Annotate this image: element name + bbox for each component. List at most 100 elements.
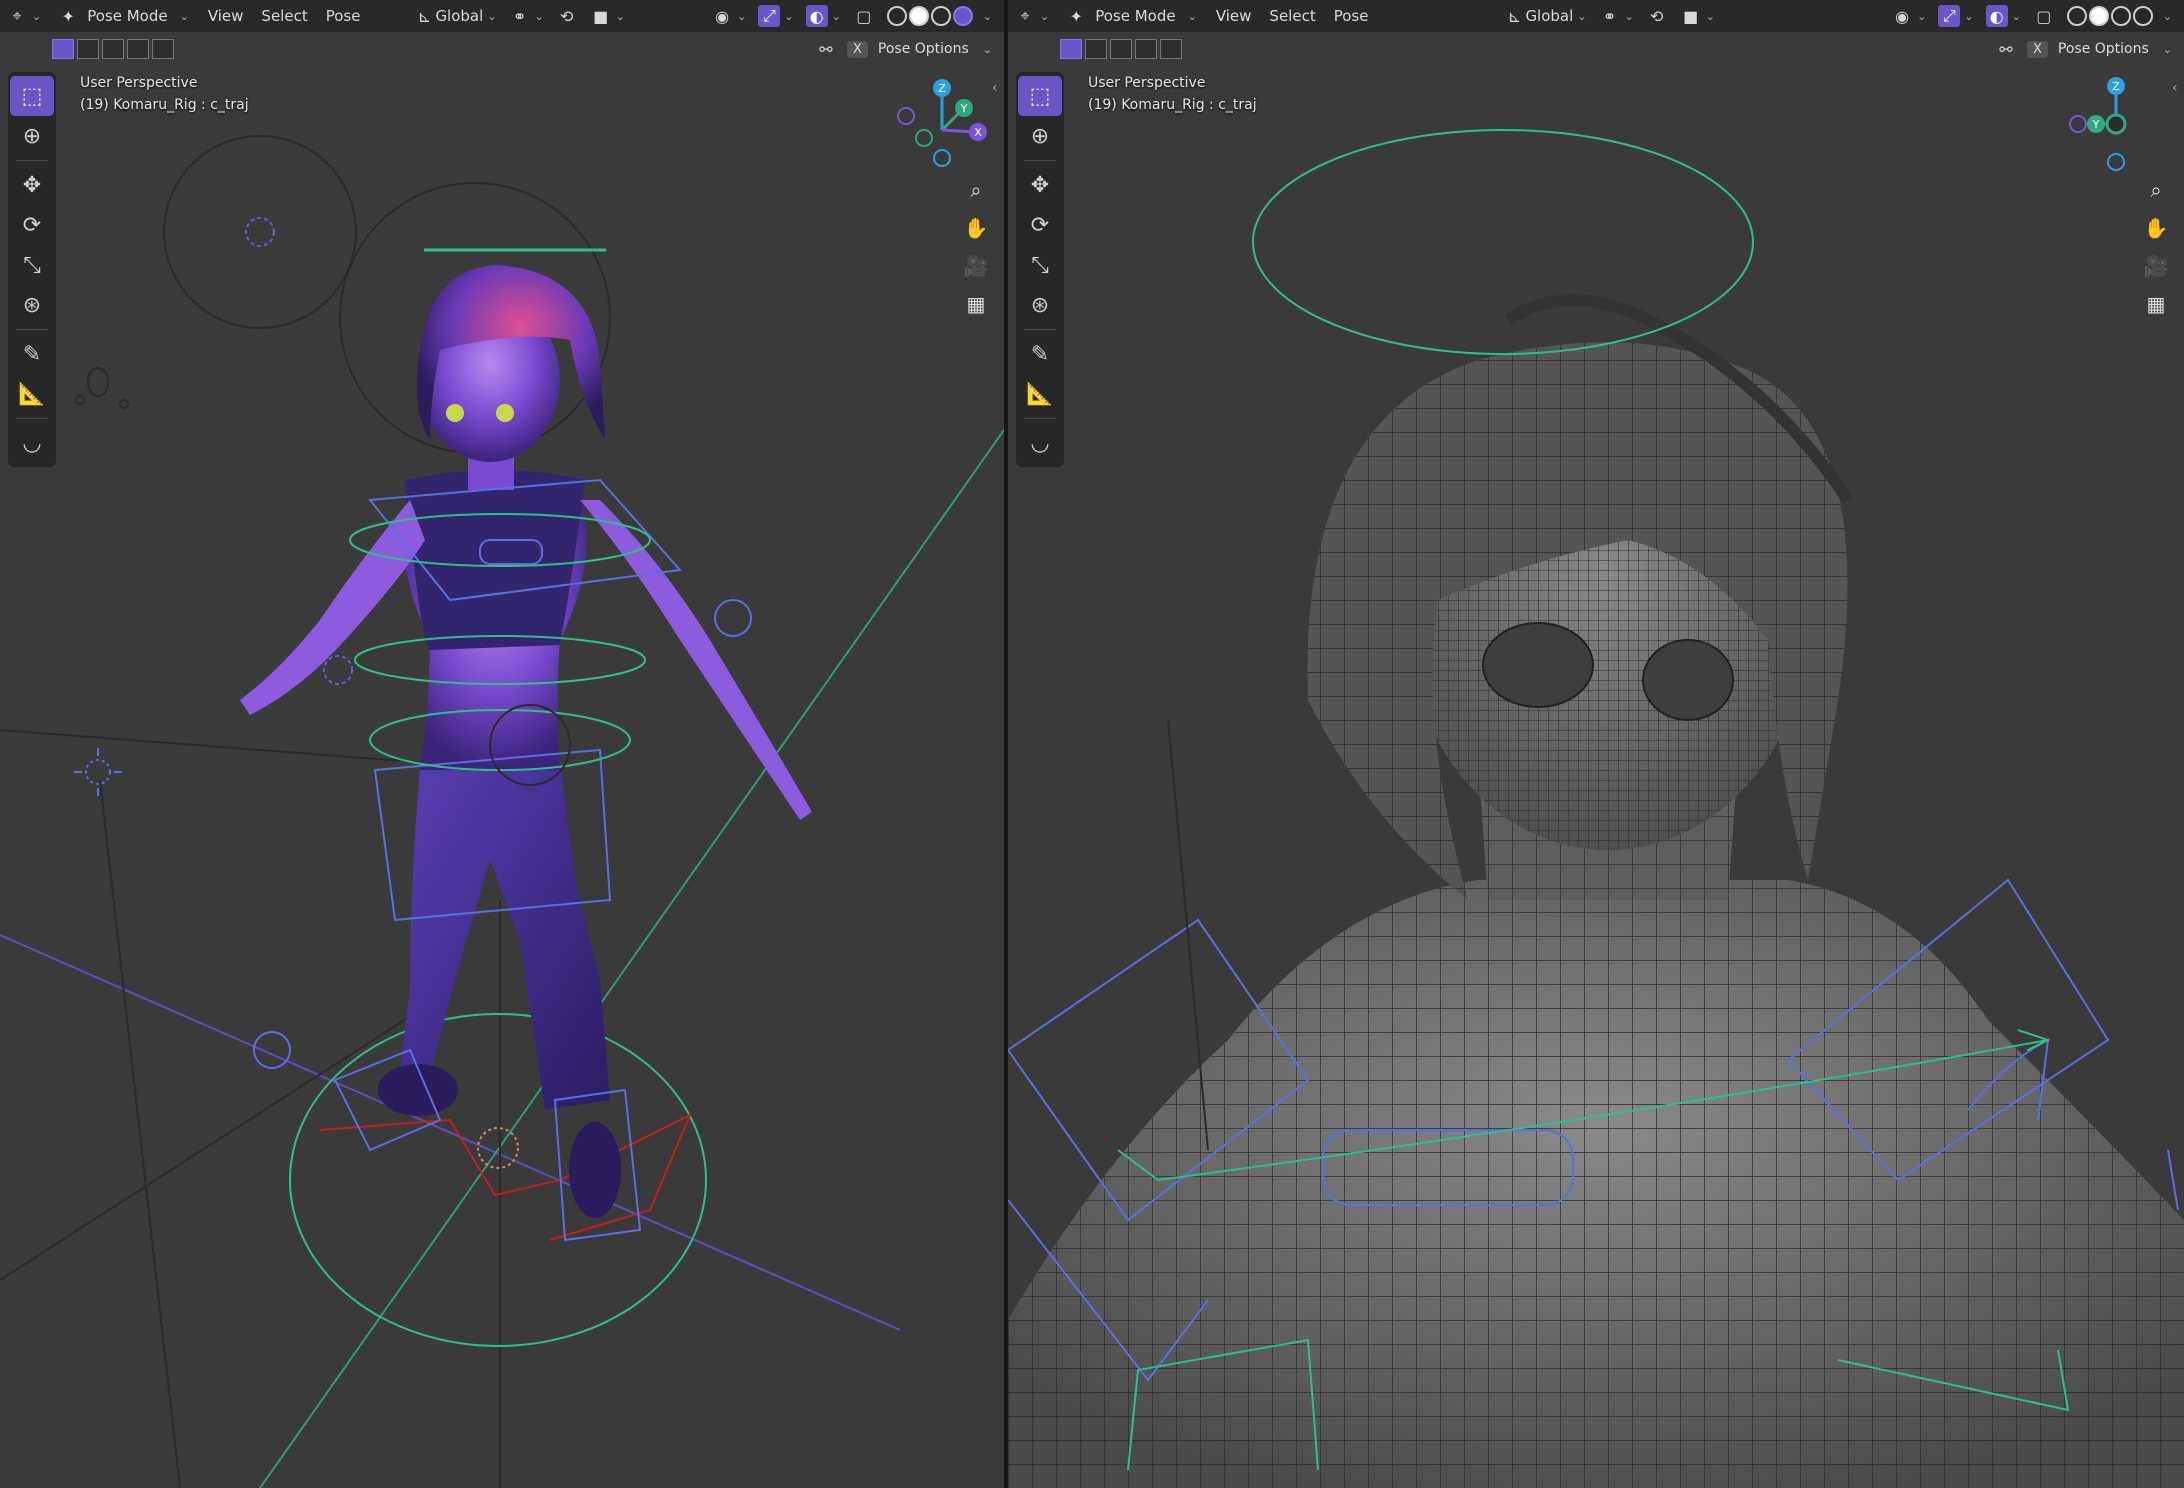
- menu-pose[interactable]: Pose: [1325, 0, 1378, 32]
- collapse-arrow-icon[interactable]: ‹: [2172, 80, 2178, 96]
- chevron-down-icon: ⌄: [179, 9, 189, 23]
- select-box-tool[interactable]: ⬚: [1018, 76, 1062, 116]
- move-tool[interactable]: ✥: [10, 165, 54, 205]
- camera-icon[interactable]: 🎥: [2140, 252, 2172, 280]
- pose-options-dropdown[interactable]: Pose Options: [878, 41, 969, 57]
- select-extend-button[interactable]: [1085, 39, 1107, 59]
- shading-wireframe-button[interactable]: [886, 6, 907, 26]
- chevron-down-icon: ⌄: [487, 9, 497, 23]
- mode-selector[interactable]: ✦ Pose Mode ⌄: [1055, 0, 1207, 32]
- select-box-tool[interactable]: ⬚: [10, 76, 54, 116]
- proportional-edit-button[interactable]: ⟲: [550, 0, 584, 32]
- menu-pose[interactable]: Pose: [317, 0, 370, 32]
- pivot-selector[interactable]: ⚭ ⌄: [503, 0, 550, 32]
- shading-options[interactable]: ⌄: [2153, 0, 2178, 32]
- view-name: User Perspective: [1088, 75, 1206, 91]
- mirror-icon[interactable]: ⚯: [815, 38, 837, 60]
- menu-select[interactable]: Select: [1260, 0, 1324, 32]
- shading-solid-button[interactable]: [908, 6, 929, 26]
- gizmo-icon: ⤢: [1938, 5, 1961, 27]
- shading-wireframe-button[interactable]: [2066, 6, 2087, 26]
- select-invert-button[interactable]: [1135, 39, 1157, 59]
- navigation-gizmo-left[interactable]: Z Y X: [890, 74, 990, 174]
- object-info: (19) Komaru_Rig : c_traj: [80, 97, 249, 113]
- rotate-tool[interactable]: ⟳: [10, 205, 54, 245]
- orientation-selector[interactable]: ⊾ Global ⌄: [407, 0, 502, 32]
- move-tool[interactable]: ✥: [1018, 165, 1062, 205]
- pan-hand-icon[interactable]: ✋: [960, 214, 992, 242]
- editor-type-icon[interactable]: ⌖ ⌄: [0, 0, 47, 32]
- rotate-tool[interactable]: ⟳: [1018, 205, 1062, 245]
- bend-tool[interactable]: ◡: [1018, 423, 1062, 463]
- pivot-selector[interactable]: ⚭ ⌄: [1593, 0, 1640, 32]
- select-new-button[interactable]: [1060, 39, 1082, 59]
- pan-hand-icon[interactable]: ✋: [2140, 214, 2172, 242]
- select-intersect-button[interactable]: [152, 39, 174, 59]
- bend-tool[interactable]: ◡: [10, 423, 54, 463]
- annotate-tool[interactable]: ✎: [10, 334, 54, 374]
- scene-render-left[interactable]: [0, 0, 1004, 1488]
- viewport-right[interactable]: ⌖ ⌄ ✦ Pose Mode ⌄ View Select Pose ⊾ Glob…: [1008, 0, 2184, 1488]
- camera-icon[interactable]: 🎥: [960, 252, 992, 280]
- select-invert-button[interactable]: [127, 39, 149, 59]
- shading-rendered-button[interactable]: [2132, 6, 2153, 26]
- viewport-left[interactable]: ⌖ ⌄ ✦ Pose Mode ⌄ View Select Pose ⊾ Glob…: [0, 0, 1004, 1488]
- snap-target-selector[interactable]: ■ ⌄: [584, 0, 631, 32]
- snap-target-selector[interactable]: ■ ⌄: [1674, 0, 1721, 32]
- mode-selector[interactable]: ✦ Pose Mode ⌄: [47, 0, 199, 32]
- shading-modes: [2066, 6, 2153, 26]
- navigation-gizmo-right[interactable]: Z Y: [2066, 74, 2166, 174]
- shading-rendered-button[interactable]: [952, 6, 973, 26]
- scale-tool[interactable]: ⤡: [10, 245, 54, 285]
- menu-select[interactable]: Select: [252, 0, 316, 32]
- grid-ortho-icon[interactable]: ▦: [960, 290, 992, 318]
- select-subtract-button[interactable]: [1110, 39, 1132, 59]
- xray-toggle[interactable]: ▢: [2027, 0, 2061, 32]
- view-name: User Perspective: [80, 75, 198, 91]
- cursor-tool[interactable]: ⊕: [1018, 116, 1062, 156]
- measure-tool[interactable]: 📐: [10, 374, 54, 414]
- visibility-selector[interactable]: ◉ ⌄: [705, 0, 752, 32]
- select-new-button[interactable]: [52, 39, 74, 59]
- overlay-toggle[interactable]: ◐ ⌄: [1980, 0, 2027, 32]
- transform-tool[interactable]: ⊛: [1018, 285, 1062, 325]
- pivot-icon: ⚭: [512, 6, 527, 26]
- chevron-down-icon: ⌄: [1577, 9, 1587, 23]
- menu-view[interactable]: View: [1207, 0, 1261, 32]
- measure-tool[interactable]: 📐: [1018, 374, 1062, 414]
- x-mirror-button[interactable]: X: [846, 40, 868, 58]
- menu-view[interactable]: View: [199, 0, 253, 32]
- annotate-tool[interactable]: ✎: [1018, 334, 1062, 374]
- orientation-selector[interactable]: ⊾ Global ⌄: [1497, 0, 1592, 32]
- select-extend-button[interactable]: [77, 39, 99, 59]
- scene-render-right[interactable]: [1008, 0, 2184, 1488]
- proportional-edit-button[interactable]: ⟲: [1640, 0, 1674, 32]
- visibility-selector[interactable]: ◉ ⌄: [1885, 0, 1932, 32]
- pose-options-dropdown[interactable]: Pose Options: [2058, 41, 2149, 57]
- select-subtract-button[interactable]: [102, 39, 124, 59]
- scale-tool[interactable]: ⤡: [1018, 245, 1062, 285]
- grid-ortho-icon[interactable]: ▦: [2140, 290, 2172, 318]
- collapse-arrow-icon[interactable]: ‹: [992, 80, 998, 96]
- shading-options[interactable]: ⌄: [973, 0, 998, 32]
- editor-type-icon[interactable]: ⌖ ⌄: [1008, 0, 1055, 32]
- mode-label: Pose Mode: [1095, 7, 1176, 25]
- zoom-icon[interactable]: ⌕: [960, 176, 992, 204]
- gizmo-toggle[interactable]: ⤢ ⌄: [752, 0, 799, 32]
- overlay-toggle[interactable]: ◐ ⌄: [800, 0, 847, 32]
- square-icon: ■: [1683, 6, 1699, 26]
- pose-options-group: ⚯ X Pose Options ⌄: [1995, 38, 2172, 60]
- select-intersect-button[interactable]: [1160, 39, 1182, 59]
- transform-tool[interactable]: ⊛: [10, 285, 54, 325]
- gizmo-toggle[interactable]: ⤢ ⌄: [1932, 0, 1979, 32]
- zoom-icon[interactable]: ⌕: [2140, 176, 2172, 204]
- cursor-tool[interactable]: ⊕: [10, 116, 54, 156]
- shading-material-button[interactable]: [930, 6, 951, 26]
- xray-toggle[interactable]: ▢: [847, 0, 881, 32]
- mirror-icon[interactable]: ⚯: [1995, 38, 2017, 60]
- shading-solid-button[interactable]: [2088, 6, 2109, 26]
- overlay-icon: ◐: [1985, 5, 2008, 27]
- toolbar-left: ⬚ ⊕ ✥ ⟳ ⤡ ⊛ ✎ 📐 ◡: [8, 72, 56, 467]
- x-mirror-button[interactable]: X: [2026, 40, 2048, 58]
- shading-material-button[interactable]: [2110, 6, 2131, 26]
